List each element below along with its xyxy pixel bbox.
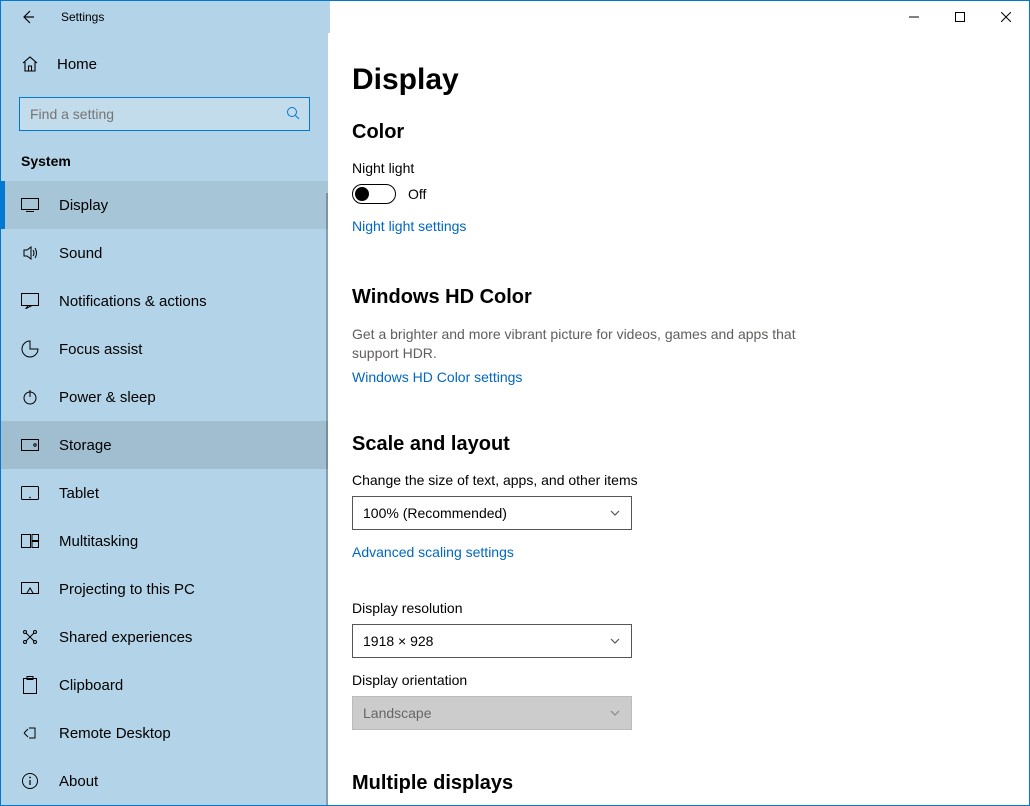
chevron-down-icon bbox=[609, 707, 621, 719]
scale-label: Change the size of text, apps, and other… bbox=[352, 472, 1005, 488]
power-icon bbox=[21, 388, 39, 406]
sidebar-item-remote[interactable]: Remote Desktop bbox=[1, 709, 328, 757]
sidebar-item-label: Clipboard bbox=[59, 677, 123, 694]
display-icon bbox=[21, 196, 39, 214]
sidebar-item-notifications[interactable]: Notifications & actions bbox=[1, 277, 328, 325]
resolution-value: 1918 × 928 bbox=[363, 633, 433, 649]
sidebar-item-label: Sound bbox=[59, 245, 102, 262]
sidebar-item-label: Multitasking bbox=[59, 533, 138, 550]
orientation-value: Landscape bbox=[363, 705, 432, 721]
scale-value: 100% (Recommended) bbox=[363, 505, 507, 521]
sidebar-item-label: Power & sleep bbox=[59, 389, 156, 406]
sidebar-item-focus[interactable]: Focus assist bbox=[1, 325, 328, 373]
sound-icon bbox=[21, 244, 39, 262]
main-content: Display Color Night light Off Night ligh… bbox=[328, 33, 1029, 805]
search-input[interactable] bbox=[19, 97, 310, 131]
notifications-icon bbox=[21, 292, 39, 310]
resolution-select[interactable]: 1918 × 928 bbox=[352, 624, 632, 658]
sidebar-item-storage[interactable]: Storage bbox=[1, 421, 328, 469]
sidebar-item-about[interactable]: About bbox=[1, 757, 328, 805]
sidebar-home[interactable]: Home bbox=[1, 45, 328, 83]
sidebar-item-label: Shared experiences bbox=[59, 629, 192, 646]
home-icon bbox=[21, 55, 39, 73]
sidebar-item-shared[interactable]: Shared experiences bbox=[1, 613, 328, 661]
night-light-toggle[interactable] bbox=[352, 184, 396, 204]
projecting-icon bbox=[21, 580, 39, 598]
group-multi: Multiple displays bbox=[352, 772, 1005, 795]
sidebar-item-label: Focus assist bbox=[59, 341, 142, 358]
resolution-label: Display resolution bbox=[352, 600, 1005, 616]
hdr-settings-link[interactable]: Windows HD Color settings bbox=[352, 369, 522, 385]
night-light-label: Night light bbox=[352, 160, 1005, 176]
sidebar-item-tablet[interactable]: Tablet bbox=[1, 469, 328, 517]
sidebar-item-clipboard[interactable]: Clipboard bbox=[1, 661, 328, 709]
sidebar-item-label: Notifications & actions bbox=[59, 293, 207, 310]
back-button[interactable] bbox=[19, 8, 37, 26]
remote-icon bbox=[21, 724, 39, 742]
sidebar-item-sound[interactable]: Sound bbox=[1, 229, 328, 277]
sidebar-item-label: Display bbox=[59, 197, 108, 214]
orientation-label: Display orientation bbox=[352, 672, 1005, 688]
sidebar-item-multitasking[interactable]: Multitasking bbox=[1, 517, 328, 565]
sidebar-item-power[interactable]: Power & sleep bbox=[1, 373, 328, 421]
page-title: Display bbox=[352, 63, 1005, 97]
chevron-down-icon bbox=[609, 635, 621, 647]
sidebar-nav: Display Sound Notifications & actions Focus… bbox=[1, 181, 328, 805]
night-light-state: Off bbox=[408, 186, 426, 202]
app-title: Settings bbox=[61, 10, 104, 24]
sidebar-item-label: Projecting to this PC bbox=[59, 581, 195, 598]
search-icon bbox=[286, 106, 300, 120]
maximize-button[interactable] bbox=[937, 1, 983, 33]
chevron-down-icon bbox=[609, 507, 621, 519]
minimize-button[interactable] bbox=[891, 1, 937, 33]
night-light-settings-link[interactable]: Night light settings bbox=[352, 218, 466, 234]
clipboard-icon bbox=[21, 676, 39, 694]
close-button[interactable] bbox=[983, 1, 1029, 33]
multitasking-icon bbox=[21, 532, 39, 550]
sidebar-home-label: Home bbox=[57, 56, 97, 73]
sidebar-item-projecting[interactable]: Projecting to this PC bbox=[1, 565, 328, 613]
sidebar-item-label: Tablet bbox=[59, 485, 99, 502]
group-hdr: Windows HD Color bbox=[352, 286, 1005, 309]
focus-icon bbox=[21, 340, 39, 358]
tablet-icon bbox=[21, 484, 39, 502]
sidebar-item-label: About bbox=[59, 773, 98, 790]
storage-icon bbox=[21, 436, 39, 454]
shared-icon bbox=[21, 628, 39, 646]
sidebar: Home System Display Sound Notifications & … bbox=[1, 33, 328, 805]
group-scale: Scale and layout bbox=[352, 433, 1005, 456]
sidebar-item-display[interactable]: Display bbox=[1, 181, 328, 229]
sidebar-item-label: Storage bbox=[59, 437, 112, 454]
advanced-scaling-link[interactable]: Advanced scaling settings bbox=[352, 544, 514, 560]
sidebar-scrollbar[interactable] bbox=[326, 193, 328, 805]
scale-select[interactable]: 100% (Recommended) bbox=[352, 496, 632, 530]
group-color: Color bbox=[352, 121, 1005, 144]
about-icon bbox=[21, 772, 39, 790]
sidebar-section-title: System bbox=[1, 149, 328, 181]
hdr-desc: Get a brighter and more vibrant picture … bbox=[352, 325, 812, 363]
titlebar: Settings bbox=[1, 1, 1029, 33]
sidebar-item-label: Remote Desktop bbox=[59, 725, 171, 742]
orientation-select: Landscape bbox=[352, 696, 632, 730]
